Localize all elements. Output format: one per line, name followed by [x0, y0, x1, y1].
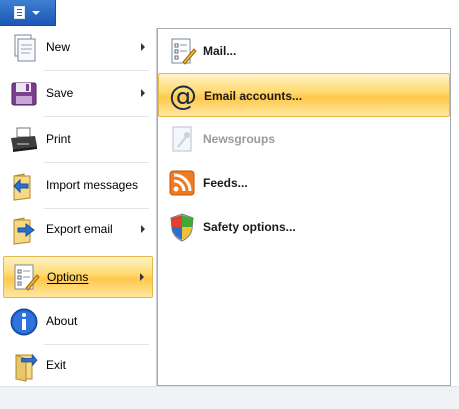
mail-options-icon [171, 38, 197, 65]
menu-separator [44, 162, 149, 163]
svg-text:@: @ [169, 80, 197, 112]
import-folder-icon [13, 173, 31, 201]
menu-item-export-email-label: Export email [46, 222, 113, 236]
menu-item-save-label: Save [46, 86, 74, 100]
menu-item-import-messages-label: Import messages [46, 178, 139, 192]
submenu-arrow-icon [141, 89, 145, 97]
menu-item-options[interactable]: Options [3, 256, 153, 298]
printer-icon [11, 127, 37, 152]
top-bar [0, 0, 459, 28]
newsgroups-icon [172, 126, 192, 152]
chevron-down-icon [32, 11, 40, 15]
options-icon [14, 264, 40, 291]
shield-icon [170, 213, 194, 242]
menu-item-about-label: About [46, 314, 78, 328]
menu-item-print[interactable]: Print [3, 120, 153, 160]
menu-item-about[interactable]: About [3, 302, 153, 342]
menu-item-save[interactable]: Save [3, 74, 153, 114]
submenu-item-safety-options[interactable]: Safety options... [158, 205, 450, 249]
at-sign-icon: @ [169, 80, 197, 112]
menu-separator [44, 208, 149, 209]
menu-item-print-label: Print [46, 132, 71, 146]
menu-separator [44, 70, 149, 71]
submenu-item-mail[interactable]: Mail... [158, 29, 450, 73]
submenu-item-email-accounts[interactable]: @ Email accounts... [158, 73, 450, 117]
submenu-item-newsgroups[interactable]: Newsgroups [158, 117, 450, 161]
app-menu-panel: New Save Print Import messages Export em… [0, 28, 157, 386]
menu-item-exit-label: Exit [46, 358, 67, 372]
menu-item-export-email[interactable]: Export email [3, 210, 153, 250]
submenu-arrow-icon [141, 43, 145, 51]
submenu-item-email-accounts-label: Email accounts... [204, 89, 303, 103]
submenu-item-safety-options-label: Safety options... [203, 220, 296, 234]
options-submenu: Mail... @ Email accounts... Newsgroups F… [157, 28, 451, 386]
menu-item-new[interactable]: New [3, 28, 153, 68]
menu-separator [44, 344, 149, 345]
rss-feed-icon [169, 170, 195, 196]
submenu-item-newsgroups-label: Newsgroups [203, 132, 276, 146]
submenu-arrow-icon [141, 225, 145, 233]
submenu-item-feeds[interactable]: Feeds... [158, 161, 450, 205]
submenu-item-feeds-label: Feeds... [203, 176, 248, 190]
document-menu-icon [14, 6, 25, 19]
exit-icon [15, 353, 38, 382]
info-icon [10, 308, 38, 336]
menu-item-exit[interactable]: Exit [3, 346, 153, 386]
floppy-disk-icon [11, 82, 37, 106]
menu-separator [44, 116, 149, 117]
menu-item-new-label: New [46, 40, 71, 54]
app-menu-button[interactable] [0, 0, 56, 26]
submenu-item-mail-label: Mail... [203, 44, 237, 58]
export-folder-icon [13, 217, 35, 245]
submenu-arrow-icon [140, 273, 144, 281]
menu-item-import-messages[interactable]: Import messages [3, 166, 153, 206]
menu-footer-strip [0, 386, 459, 409]
new-document-icon [14, 34, 36, 62]
menu-item-options-label: Options [47, 270, 89, 284]
